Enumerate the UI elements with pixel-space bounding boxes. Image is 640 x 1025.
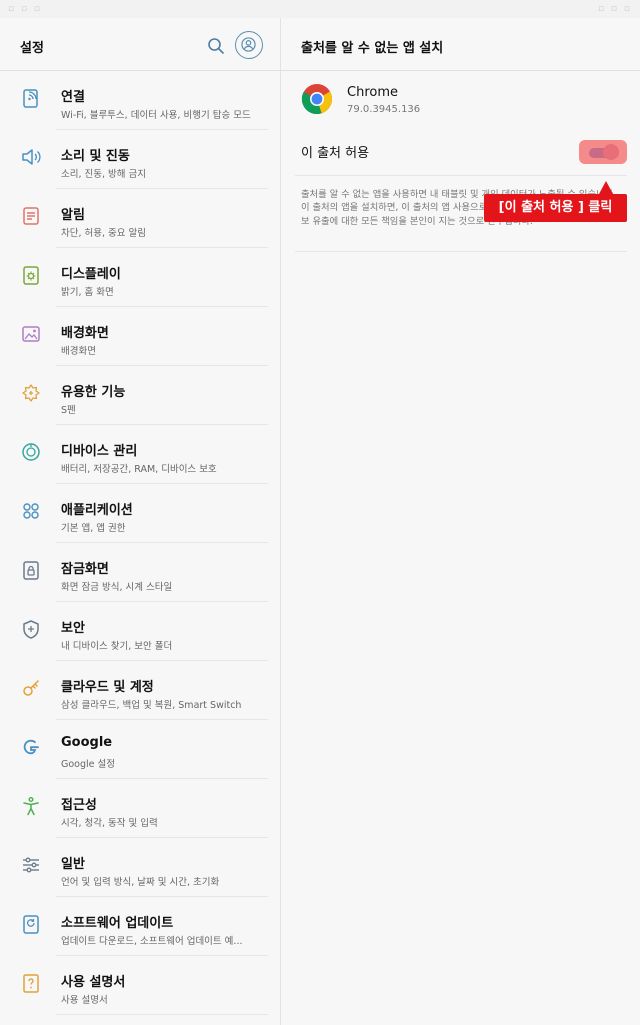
advanced-features-icon: [20, 382, 42, 404]
allow-source-row[interactable]: 이 출처 허용: [295, 129, 627, 176]
page-title: 설정: [20, 41, 44, 56]
description-divider: [295, 251, 627, 252]
toggle-knob: [603, 144, 619, 160]
accessibility-icon: [20, 795, 42, 817]
sidebar-item-5[interactable]: 배경화면 배경화면: [0, 307, 280, 366]
sidebar-item-subtitle: 밝기, 홈 화면: [61, 287, 114, 298]
sidebar-item-16[interactable]: 사용 설명서 사용 설명서: [0, 956, 280, 1015]
sidebar-item-title: 배경화면: [61, 326, 109, 341]
profile-button[interactable]: [235, 31, 263, 59]
app-info-row: Chrome 79.0.3945.136: [281, 71, 640, 129]
detail-panel: 출처를 알 수 없는 앱 설치 Chrome 79.0.3945.136 이 출…: [281, 18, 640, 1025]
sidebar-item-14[interactable]: 일반언어 및 입력 방식, 날짜 및 시간, 초기화: [0, 838, 280, 897]
sidebar-item-subtitle: 언어 및 입력 방식, 날짜 및 시간, 초기화: [61, 877, 220, 888]
allow-source-label: 이 출처 허용: [301, 146, 370, 161]
detail-header: 출처를 알 수 없는 앱 설치: [281, 18, 640, 71]
settings-header: 설정: [0, 18, 280, 71]
sidebar-item-title: 일반: [61, 857, 85, 872]
sidebar-item-subtitle: Google 설정: [61, 759, 116, 770]
wallpaper-icon: [20, 323, 42, 345]
sidebar-item-subtitle: 소리, 진동, 방해 금지: [61, 169, 147, 180]
sidebar-item-title: 유용한 기능: [61, 385, 126, 400]
status-left-icons: ▫ ▫ ▫: [8, 4, 43, 14]
sidebar-item-subtitle: 내 디바이스 찾기, 보안 폴더: [61, 641, 173, 652]
sidebar-item-title: 접근성: [61, 798, 97, 813]
app-version: 79.0.3945.136: [347, 104, 421, 115]
sidebar-item-title: 연결: [61, 90, 85, 105]
sidebar-item-title: 알림: [61, 208, 85, 223]
status-right-icons: ▫ ▫ ▫: [597, 4, 632, 14]
lock-screen-icon: [20, 559, 42, 581]
user-manual-icon: [20, 972, 42, 994]
sidebar-item-7[interactable]: 디바이스 관리배터리, 저장공간, RAM, 디바이스 보호: [0, 425, 280, 484]
status-bar: ▫ ▫ ▫ ▫ ▫ ▫: [0, 0, 640, 18]
callout-pointer: [599, 181, 613, 194]
sidebar-item-subtitle: Wi-Fi, 블루투스, 데이터 사용, 비행기 탑승 모드: [61, 110, 251, 121]
search-icon[interactable]: [206, 36, 226, 56]
sidebar-item-subtitle: 삼성 클라우드, 백업 및 복원, Smart Switch: [61, 700, 242, 711]
sidebar-item-10[interactable]: 보안내 디바이스 찾기, 보안 폴더: [0, 602, 280, 661]
sidebar-item-subtitle: 시각, 청각, 동작 및 입력: [61, 818, 158, 829]
sidebar-item-subtitle: 배경화면: [61, 346, 96, 357]
software-update-icon: [20, 913, 42, 935]
sidebar-item-13[interactable]: 접근성시각, 청각, 동작 및 입력: [0, 779, 280, 838]
sidebar-item-title: 디바이스 관리: [61, 444, 138, 459]
key-icon: [20, 677, 42, 699]
sidebar-item-1[interactable]: 연결 Wi-Fi, 블루투스, 데이터 사용, 비행기 탑승 모드: [0, 71, 280, 130]
sound-icon: [20, 146, 42, 168]
detail-title: 출처를 알 수 없는 앱 설치: [301, 41, 444, 56]
sidebar-item-9[interactable]: 잠금화면화면 잠금 방식, 시계 스타일: [0, 543, 280, 602]
sidebar-item-title: 클라우드 및 계정: [61, 680, 154, 695]
sidebar-item-title: 잠금화면: [61, 562, 109, 577]
sidebar-item-subtitle: 기본 앱, 앱 권한: [61, 523, 126, 534]
chrome-icon: [301, 83, 333, 115]
sidebar-item-subtitle: S펜: [61, 405, 76, 416]
sidebar-item-12[interactable]: Google Google 설정: [0, 720, 280, 779]
sidebar-item-4[interactable]: 디스플레이밝기, 홈 화면: [0, 248, 280, 307]
sidebar-item-subtitle: 업데이트 다운로드, 소프트웨어 업데이트 예...: [61, 936, 243, 947]
sidebar-item-subtitle: 차단, 허용, 중요 알림: [61, 228, 147, 239]
profile-icon: [241, 37, 256, 52]
display-icon: [20, 264, 42, 286]
sidebar-item-title: 사용 설명서: [61, 975, 126, 990]
sidebar-item-title: Google: [61, 735, 113, 750]
security-icon: [20, 618, 42, 640]
sidebar-item-6[interactable]: 유용한 기능 S펜: [0, 366, 280, 425]
sidebar-item-8[interactable]: 애플리케이션기본 앱, 앱 권한: [0, 484, 280, 543]
settings-panel: 설정 연결 Wi-Fi, 블루투스, 데이터 사용, 비행기 탑승 모드소리 및 …: [0, 18, 280, 1025]
sidebar-item-title: 보안: [61, 621, 85, 636]
sidebar-item-title: 애플리케이션: [61, 503, 133, 518]
google-icon: [20, 736, 42, 758]
allow-source-toggle[interactable]: [579, 140, 627, 164]
sliders-icon: [20, 854, 42, 876]
list-divider: [56, 1014, 268, 1015]
sidebar-item-15[interactable]: 소프트웨어 업데이트업데이트 다운로드, 소프트웨어 업데이트 예...: [0, 897, 280, 956]
device-care-icon: [20, 441, 42, 463]
sidebar-item-subtitle: 사용 설명서: [61, 995, 108, 1006]
apps-icon: [20, 500, 42, 522]
sidebar-item-subtitle: 배터리, 저장공간, RAM, 디바이스 보호: [61, 464, 217, 475]
sidebar-item-2[interactable]: 소리 및 진동소리, 진동, 방해 금지: [0, 130, 280, 189]
app-name: Chrome: [347, 85, 398, 100]
settings-menu: 연결 Wi-Fi, 블루투스, 데이터 사용, 비행기 탑승 모드 소리 및 진동 소…: [0, 71, 280, 1015]
sidebar-item-subtitle: 화면 잠금 방식, 시계 스타일: [61, 582, 173, 593]
sidebar-item-title: 소프트웨어 업데이트: [61, 916, 174, 931]
sidebar-item-3[interactable]: 알림차단, 허용, 중요 알림: [0, 189, 280, 248]
notification-icon: [20, 205, 42, 227]
connection-icon: [20, 87, 42, 109]
sidebar-item-title: 디스플레이: [61, 267, 121, 282]
instruction-callout: [이 출처 허용 ] 클릭: [484, 194, 627, 222]
sidebar-item-title: 소리 및 진동: [61, 149, 130, 164]
sidebar-item-11[interactable]: 클라우드 및 계정삼성 클라우드, 백업 및 복원, Smart Switch: [0, 661, 280, 720]
